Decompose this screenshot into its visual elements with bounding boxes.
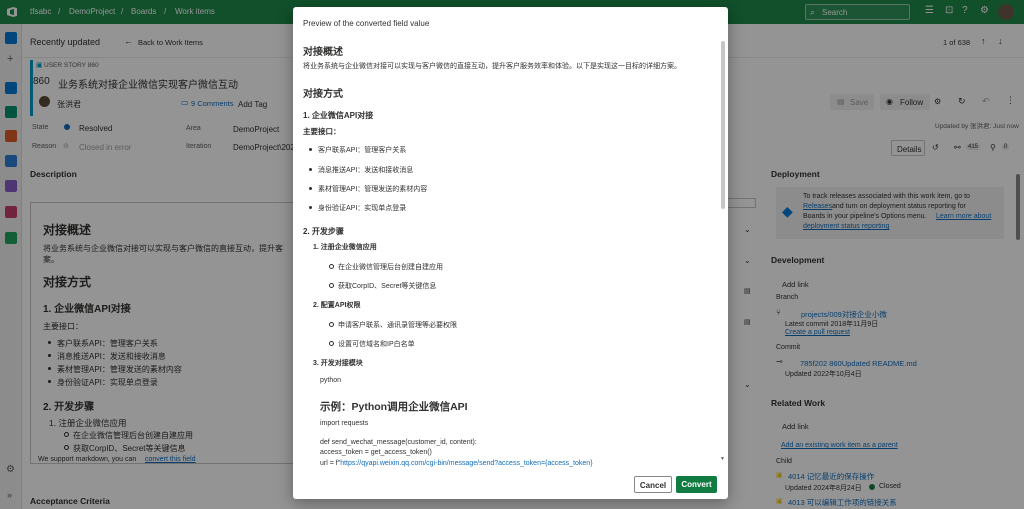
preview-api-item: 身份验证API：实现单点登录 — [308, 205, 407, 212]
convert-button[interactable]: Convert — [676, 476, 717, 493]
preview-api-item: 消息推送API：发送和接收消息 — [308, 167, 414, 174]
cancel-button[interactable]: Cancel — [634, 476, 672, 493]
preview-code-import: import requests — [320, 420, 369, 427]
preview-section-2: 2. 开发步骤 — [303, 227, 344, 236]
scroll-down-arrow-icon[interactable]: ▼ — [720, 456, 725, 462]
preview-step-item: 在企业微信管理后台创建自建应用 — [329, 264, 443, 271]
preview-step-item: 获取CorpID、Secret等关键信息 — [328, 283, 437, 290]
preview-step-item: 申请客户联系、通讯录管理等必要权限 — [329, 322, 457, 329]
preview-section-1: 1. 企业微信API对接 — [303, 111, 374, 120]
preview-api-item: 客户联系API：管理客户关系 — [308, 147, 407, 154]
preview-h2: 对接方式 — [303, 89, 343, 100]
preview-step-item: 设置可信域名和IP白名单 — [329, 341, 415, 348]
cancel-label: Cancel — [639, 481, 667, 490]
preview-code-url-link[interactable]: https://qyapi.weixin.qq.com/cgi-bin/mess… — [340, 460, 592, 467]
dialog-scrollbar-thumb[interactable] — [721, 41, 725, 209]
preview-api-item: 素材管理API：管理发送的素材内容 — [308, 186, 428, 193]
preview-dialog: Preview of the converted field value 对接概… — [293, 7, 728, 499]
preview-content[interactable]: 对接概述 将业务系统与企业微信对接可以实现与客户微信的直接互动，提升客户服务效率… — [303, 41, 715, 471]
preview-code-line: def send_wechat_message(customer_id, con… — [320, 439, 477, 446]
preview-p1: 将业务系统与企业微信对接可以实现与客户微信的直接互动，提升客户服务效率和体验。以… — [303, 63, 681, 70]
dialog-scrollbar[interactable] — [721, 41, 725, 467]
convert-label: Convert — [681, 480, 712, 489]
preview-python-label: python — [320, 377, 342, 384]
preview-step-2: 2. 配置API权限 — [313, 302, 361, 309]
preview-h1: 对接概述 — [303, 47, 343, 58]
preview-step-3: 3. 开发对接模块 — [313, 360, 363, 367]
dialog-title: Preview of the converted field value — [303, 19, 430, 28]
preview-step-1: 1. 注册企业微信应用 — [313, 244, 377, 251]
preview-code-prefix: url = f" — [320, 460, 341, 467]
preview-code-line: access_token = get_access_token() — [320, 449, 432, 456]
preview-main-if: 主要接口： — [303, 127, 341, 136]
preview-example-heading: 示例：Python调用企业微信API — [320, 401, 468, 413]
preview-code-line: url = f"https://qyapi.weixin.qq.com/cgi-… — [320, 460, 593, 467]
